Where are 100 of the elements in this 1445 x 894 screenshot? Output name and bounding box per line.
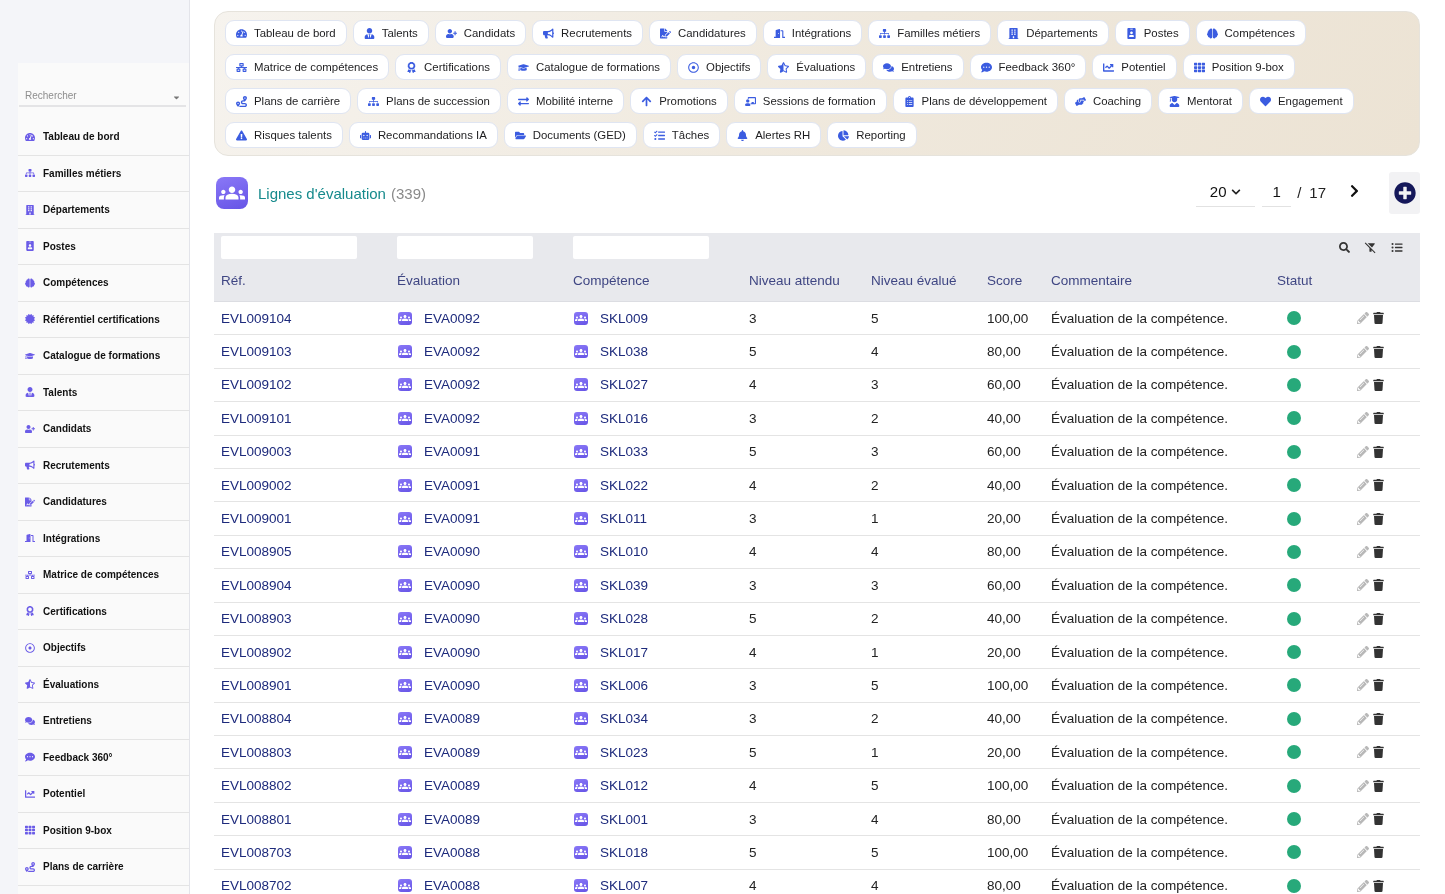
reference-link[interactable]: EVL009104	[221, 310, 292, 326]
quick-link-button[interactable]: Recommandations IA	[348, 122, 498, 148]
quick-link-button[interactable]: Alertes RH	[726, 122, 822, 148]
reference-link[interactable]: EVL008803	[221, 744, 292, 760]
quick-link-button[interactable]: Plans de carrière	[225, 88, 352, 114]
competence-link[interactable]: SKL010	[600, 544, 649, 560]
evaluation-link[interactable]: EVA0090	[424, 544, 481, 560]
quick-link-button[interactable]: Recrutements	[532, 20, 643, 46]
trash-icon[interactable]	[1373, 312, 1384, 325]
evaluation-link[interactable]: EVA0089	[424, 778, 481, 794]
quick-link-button[interactable]: Tâches	[642, 122, 721, 148]
quick-link-button[interactable]: Mobilité interne	[506, 88, 625, 114]
competence-link[interactable]: SKL007	[600, 878, 649, 894]
trash-icon[interactable]	[1373, 779, 1384, 792]
column-header[interactable]: Réf.	[214, 272, 246, 288]
quick-link-button[interactable]: Départements	[997, 20, 1109, 46]
sidebar-item[interactable]: Objectifs	[18, 630, 189, 667]
competence-link[interactable]: SKL001	[600, 811, 649, 827]
column-header[interactable]: Compétence	[566, 272, 650, 288]
evaluation-link[interactable]: EVA0089	[424, 711, 481, 727]
competence-link[interactable]: SKL016	[600, 410, 649, 426]
evaluation-link[interactable]: EVA0088	[424, 844, 481, 860]
sidebar-item[interactable]: Talents	[18, 374, 189, 411]
sidebar-item[interactable]: Potentiel	[18, 776, 189, 813]
column-header[interactable]: Statut	[1270, 272, 1313, 288]
competence-link[interactable]: SKL011	[600, 511, 648, 527]
quick-link-button[interactable]: Postes	[1114, 20, 1190, 46]
sidebar-item[interactable]: Candidatures	[18, 484, 189, 521]
column-header[interactable]: Commentaire	[1044, 272, 1133, 288]
reference-link[interactable]: EVL009001	[221, 511, 292, 527]
evaluation-link[interactable]: EVA0090	[424, 678, 481, 693]
add-button[interactable]	[1389, 172, 1420, 214]
column-header[interactable]: Score	[980, 272, 1023, 288]
competence-link[interactable]: SKL023	[600, 744, 649, 760]
competence-link[interactable]: SKL027	[600, 377, 649, 393]
competence-link[interactable]: SKL028	[600, 611, 649, 627]
reference-link[interactable]: EVL009102	[221, 377, 292, 393]
quick-link-button[interactable]: Position 9-box	[1182, 54, 1295, 80]
competence-link[interactable]: SKL022	[600, 477, 649, 493]
quick-link-button[interactable]: Compétences	[1195, 20, 1306, 46]
trash-icon[interactable]	[1373, 746, 1384, 759]
quick-link-button[interactable]: Certifications	[395, 54, 501, 80]
reference-link[interactable]: EVL008903	[221, 611, 292, 627]
sidebar-item[interactable]: Position 9-box	[18, 812, 189, 849]
quick-link-button[interactable]: Évaluations	[767, 54, 867, 80]
reference-link[interactable]: EVL008801	[221, 811, 292, 827]
competence-link[interactable]: SKL009	[600, 310, 649, 326]
sidebar-item[interactable]: Évaluations	[18, 666, 189, 703]
trash-icon[interactable]	[1373, 412, 1384, 425]
next-page-icon[interactable]	[1350, 184, 1359, 198]
evaluation-link[interactable]: EVA0092	[424, 344, 481, 360]
list-icon[interactable]	[1391, 242, 1403, 253]
reference-link[interactable]: EVL008802	[221, 778, 292, 794]
sidebar-item[interactable]: Certifications	[18, 593, 189, 630]
evaluation-link[interactable]: EVA0092	[424, 410, 481, 426]
sidebar-item[interactable]: Plans de carrière	[18, 849, 189, 886]
competence-link[interactable]: SKL038	[600, 344, 649, 360]
competence-link[interactable]: SKL033	[600, 444, 649, 460]
sidebar-item[interactable]: Candidats	[18, 411, 189, 448]
reference-link[interactable]: EVL009101	[221, 410, 292, 426]
quick-link-button[interactable]: Catalogue de formations	[506, 54, 672, 80]
quick-link-button[interactable]: Plans de développement	[892, 88, 1058, 114]
evaluation-link[interactable]: EVA0089	[424, 811, 481, 827]
trash-icon[interactable]	[1373, 479, 1384, 492]
trash-icon[interactable]	[1373, 879, 1384, 892]
crossed-filter-icon[interactable]	[1364, 241, 1377, 254]
quick-link-button[interactable]: Promotions	[630, 88, 728, 114]
trash-icon[interactable]	[1373, 612, 1384, 625]
quick-link-button[interactable]: Coaching	[1063, 88, 1153, 114]
sidebar-item[interactable]: Recrutements	[18, 447, 189, 484]
competence-link[interactable]: SKL039	[600, 577, 649, 593]
quick-link-button[interactable]: Plans de succession	[357, 88, 501, 114]
quick-link-button[interactable]: Entretiens	[872, 54, 964, 80]
reference-link[interactable]: EVL008904	[221, 577, 292, 593]
quick-link-button[interactable]: Candidatures	[649, 20, 757, 46]
sidebar-item[interactable]: Postes	[18, 228, 189, 265]
sidebar-item[interactable]: Matrice de compétences	[18, 557, 189, 594]
competence-link[interactable]: SKL034	[600, 711, 649, 727]
reference-link[interactable]: EVL009003	[221, 444, 292, 460]
quick-link-button[interactable]: Matrice de compétences	[225, 54, 390, 80]
quick-link-button[interactable]: Talents	[352, 20, 429, 46]
quick-link-button[interactable]: Candidats	[434, 20, 527, 46]
quick-link-button[interactable]: Engagement	[1249, 88, 1354, 114]
evaluation-link[interactable]: EVA0090	[424, 577, 481, 593]
quick-link-button[interactable]: Mentorat	[1158, 88, 1243, 114]
sidebar-item[interactable]: Familles métiers	[18, 155, 189, 192]
trash-icon[interactable]	[1373, 445, 1384, 458]
sidebar-item[interactable]: Catalogue de formations	[18, 338, 189, 375]
evaluation-link[interactable]: EVA0091	[424, 511, 481, 527]
quick-link-button[interactable]: Familles métiers	[868, 20, 992, 46]
quick-link-button[interactable]: Tableau de bord	[225, 20, 347, 46]
reference-link[interactable]: EVL009103	[221, 344, 292, 360]
sidebar-item[interactable]: Départements	[18, 192, 189, 229]
trash-icon[interactable]	[1373, 345, 1384, 358]
evaluation-link[interactable]: EVA0092	[424, 377, 481, 393]
sidebar-item[interactable]: Tableau de bord	[18, 119, 189, 156]
trash-icon[interactable]	[1373, 378, 1384, 391]
reference-link[interactable]: EVL008804	[221, 711, 292, 727]
competence-link[interactable]: SKL012	[600, 778, 649, 794]
evaluation-link[interactable]: EVA0090	[424, 644, 481, 660]
